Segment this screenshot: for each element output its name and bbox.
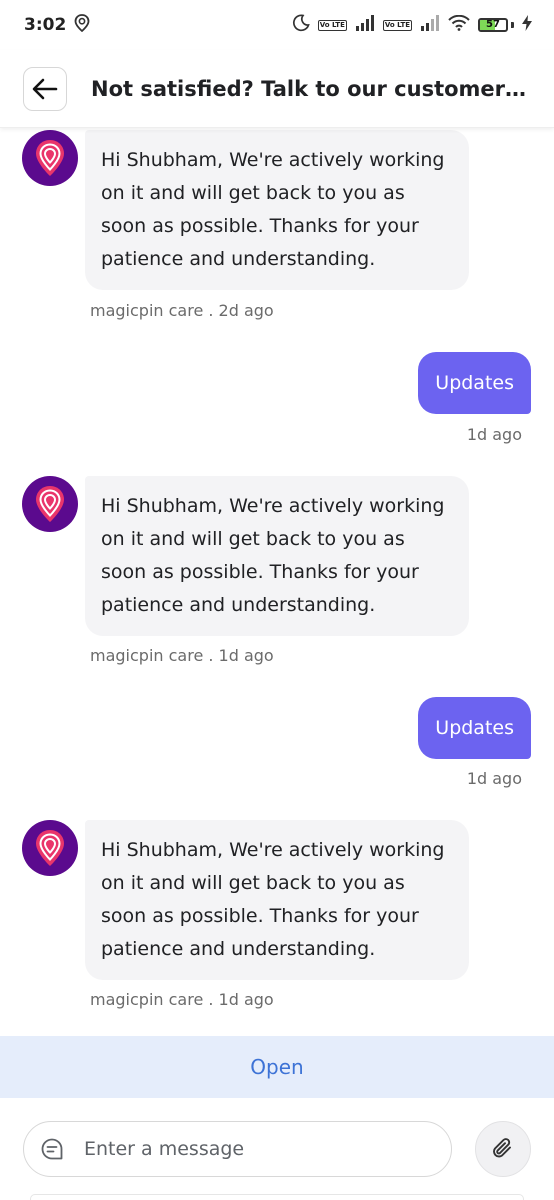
volte-badge-2: Vo LTE: [382, 19, 412, 31]
message-meta: 1d ago: [466, 769, 522, 788]
magicpin-logo-icon: [36, 140, 64, 176]
chat-screen: 3:02 Vo LTE Vo LTE 57 Not satisfied? Tal…: [0, 0, 554, 1200]
location-icon: [74, 13, 90, 37]
avatar: [22, 130, 78, 186]
battery-icon: 57: [478, 18, 514, 32]
message-meta: magicpin care . 1d ago: [90, 990, 274, 1009]
status-right: Vo LTE Vo LTE 57: [292, 13, 532, 37]
arrow-left-icon: [32, 78, 58, 99]
message-bubble: Hi Shubham, We're actively working on it…: [85, 476, 469, 636]
volte-badge-1: Vo LTE: [317, 19, 347, 31]
outgoing-message-bubble: Updates: [418, 697, 531, 759]
paperclip-icon: [493, 1138, 511, 1158]
status-time: 3:02: [24, 15, 67, 35]
message-meta: magicpin care . 1d ago: [90, 646, 274, 665]
attach-button[interactable]: [475, 1121, 531, 1177]
avatar: [22, 476, 78, 532]
message-bubble: Hi Shubham, We're actively working on it…: [85, 130, 469, 290]
message-meta: magicpin care . 2d ago: [90, 301, 274, 320]
magicpin-logo-icon: [36, 830, 64, 866]
chat-bubble-icon: [41, 1138, 63, 1160]
message-composer: [0, 1098, 554, 1200]
avatar: [22, 820, 78, 876]
app-header: Not satisfied? Talk to our customer se..…: [0, 50, 554, 128]
message-bubble: Hi Shubham, We're actively working on it…: [85, 820, 469, 980]
magicpin-logo-icon: [36, 486, 64, 522]
message-input[interactable]: [82, 1137, 416, 1161]
moon-icon: [292, 13, 310, 37]
signal-icon: [355, 14, 375, 36]
signal-icon-2: [420, 14, 440, 36]
outgoing-message-bubble: Updates: [418, 352, 531, 414]
wifi-icon: [448, 14, 470, 36]
ticket-status-label: Open: [250, 1055, 304, 1079]
ticket-status-banner: Open: [0, 1036, 554, 1098]
page-title: Not satisfied? Talk to our customer se..…: [91, 76, 531, 101]
charging-icon: [522, 14, 532, 36]
status-left: 3:02: [24, 13, 90, 37]
message-meta: 1d ago: [466, 425, 522, 444]
status-bar: 3:02 Vo LTE Vo LTE 57: [0, 0, 554, 50]
message-input-container[interactable]: [23, 1121, 452, 1177]
battery-level: 57: [486, 19, 500, 30]
back-button[interactable]: [23, 66, 67, 111]
chat-thread[interactable]: Hi Shubham, We're actively working on it…: [0, 128, 554, 1035]
gesture-bar: [30, 1194, 524, 1200]
